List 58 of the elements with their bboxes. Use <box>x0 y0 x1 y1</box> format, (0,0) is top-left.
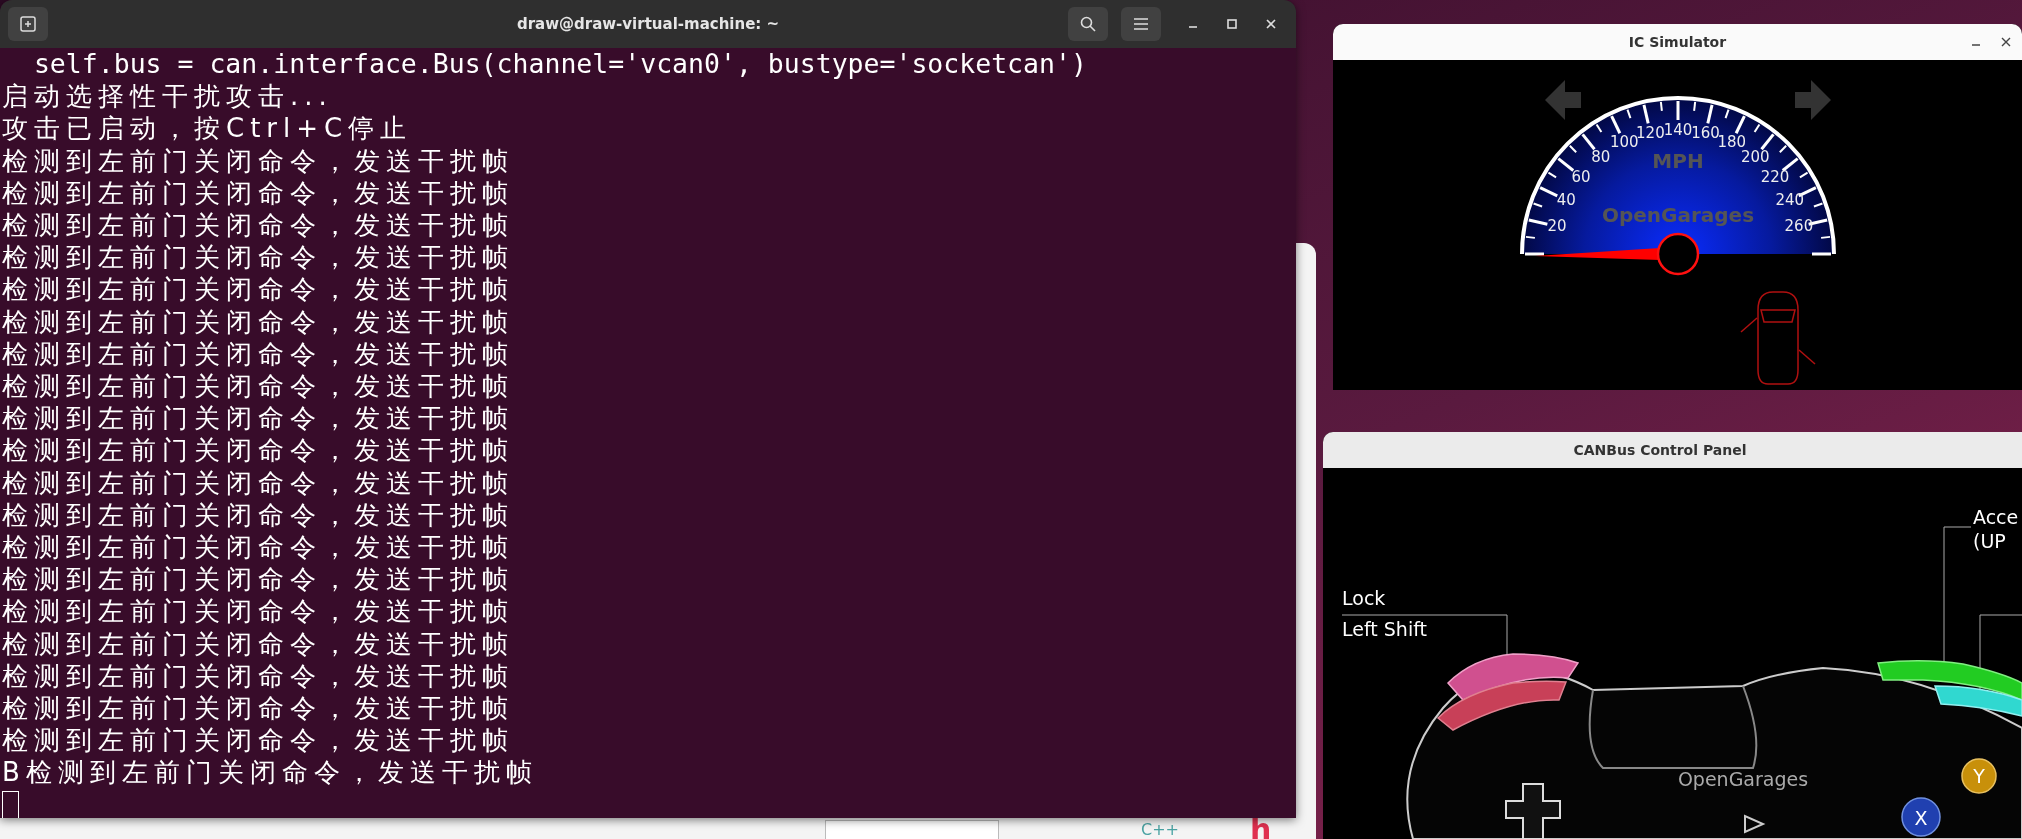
terminal-line: 检测到左前门关闭命令，发送干扰帧 <box>2 692 515 725</box>
scale-label: 100 <box>1609 133 1639 152</box>
scale-label: 260 <box>1784 217 1814 236</box>
key-label: Acce <box>1973 506 2019 528</box>
key-label: (UP <box>1973 530 2006 552</box>
terminal-line: 检测到左前门关闭命令，发送干扰帧 <box>2 402 515 435</box>
button-letter: X <box>1914 807 1928 829</box>
terminal-line: 检测到左前门关闭命令，发送干扰帧 <box>2 498 515 532</box>
scale-label: 200 <box>1741 148 1770 167</box>
terminal-line: 检测到左前门关闭命令，发送干扰帧 <box>2 595 515 628</box>
menu-button[interactable] <box>1121 7 1161 41</box>
scale-label: 220 <box>1760 167 1790 186</box>
terminal-line: 检测到左前门关闭命令，发送干扰帧 <box>2 176 515 209</box>
scale-label: 140 <box>1663 121 1693 139</box>
search-icon <box>1079 15 1097 33</box>
terminal-line: 检测到左前门关闭命令，发送干扰帧 <box>2 724 515 757</box>
key-label: Lock <box>1342 587 1386 609</box>
terminal-line: 检测到左前门关闭命令，发送干扰帧 <box>2 466 515 499</box>
window-title: CANBus Control Panel <box>1573 442 1747 458</box>
terminal-line: 启动选择性干扰攻击... <box>2 80 334 113</box>
brand-label: OpenGarages <box>1677 768 1809 790</box>
terminal-line: 检测到左前门关闭命令，发送干扰帧 <box>2 563 515 596</box>
scale-label: 40 <box>1556 191 1576 210</box>
terminal-line: 检测到左前门关闭命令，发送干扰帧 <box>2 370 515 403</box>
terminal-line: 检测到左前门关闭命令，发送干扰帧 <box>2 273 515 306</box>
terminal-line: self.bus = can.interface.Bus(channel='vcan0', bustype='socketcan') <box>32 48 1088 81</box>
close-icon[interactable] <box>1264 17 1278 31</box>
terminal-line: 检测到左前门关闭命令，发送干扰帧 <box>2 531 515 564</box>
search-button[interactable] <box>1068 7 1108 41</box>
language-label: C++ <box>1141 820 1179 839</box>
window-title: draw@draw-virtual-machine: ~ <box>516 15 780 33</box>
button-letter: Y <box>1973 765 1985 787</box>
scale-label: 160 <box>1691 124 1720 143</box>
unit-label: MPH <box>1652 149 1704 173</box>
terminal-line: 检测到左前门关闭命令，发送干扰帧 <box>2 144 515 177</box>
scale-label: 20 <box>1547 217 1567 236</box>
close-icon[interactable] <box>2000 36 2012 48</box>
scale-label: 80 <box>1591 148 1611 167</box>
brand-label: OpenGarages <box>1601 203 1755 227</box>
right-arrow-icon <box>1795 80 1831 120</box>
new-tab-icon <box>19 15 37 33</box>
scale-label: 240 <box>1775 191 1805 210</box>
terminal-line: 检测到左前门关闭命令，发送干扰帧 <box>2 434 515 467</box>
terminal-line: 检测到左前门关闭命令，发送干扰帧 <box>2 627 515 660</box>
menu-icon <box>1133 17 1149 31</box>
terminal-line: 检测到左前门关闭命令，发送干扰帧 <box>2 659 515 693</box>
window-title: IC Simulator <box>1628 34 1727 50</box>
terminal-line: 检测到左前门关闭命令，发送干扰帧 <box>2 209 515 242</box>
terminal-line: 检测到左前门关闭命令，发送干扰帧 <box>2 305 515 338</box>
terminal-line: B检测到左前门关闭命令，发送干扰帧 <box>2 756 539 789</box>
maximize-icon[interactable] <box>1225 17 1239 31</box>
terminal-line: 攻击已启动，按Ctrl+C停止 <box>2 112 414 145</box>
key-label: Left Shift <box>1342 618 1427 640</box>
terminal-line: 检测到左前门关闭命令，发送干扰帧 <box>2 337 515 371</box>
left-arrow-icon <box>1545 80 1581 120</box>
new-tab-button[interactable] <box>8 7 48 41</box>
terminal-line: 检测到左前门关闭命令，发送干扰帧 <box>2 241 515 274</box>
scale-label: 60 <box>1571 167 1591 186</box>
